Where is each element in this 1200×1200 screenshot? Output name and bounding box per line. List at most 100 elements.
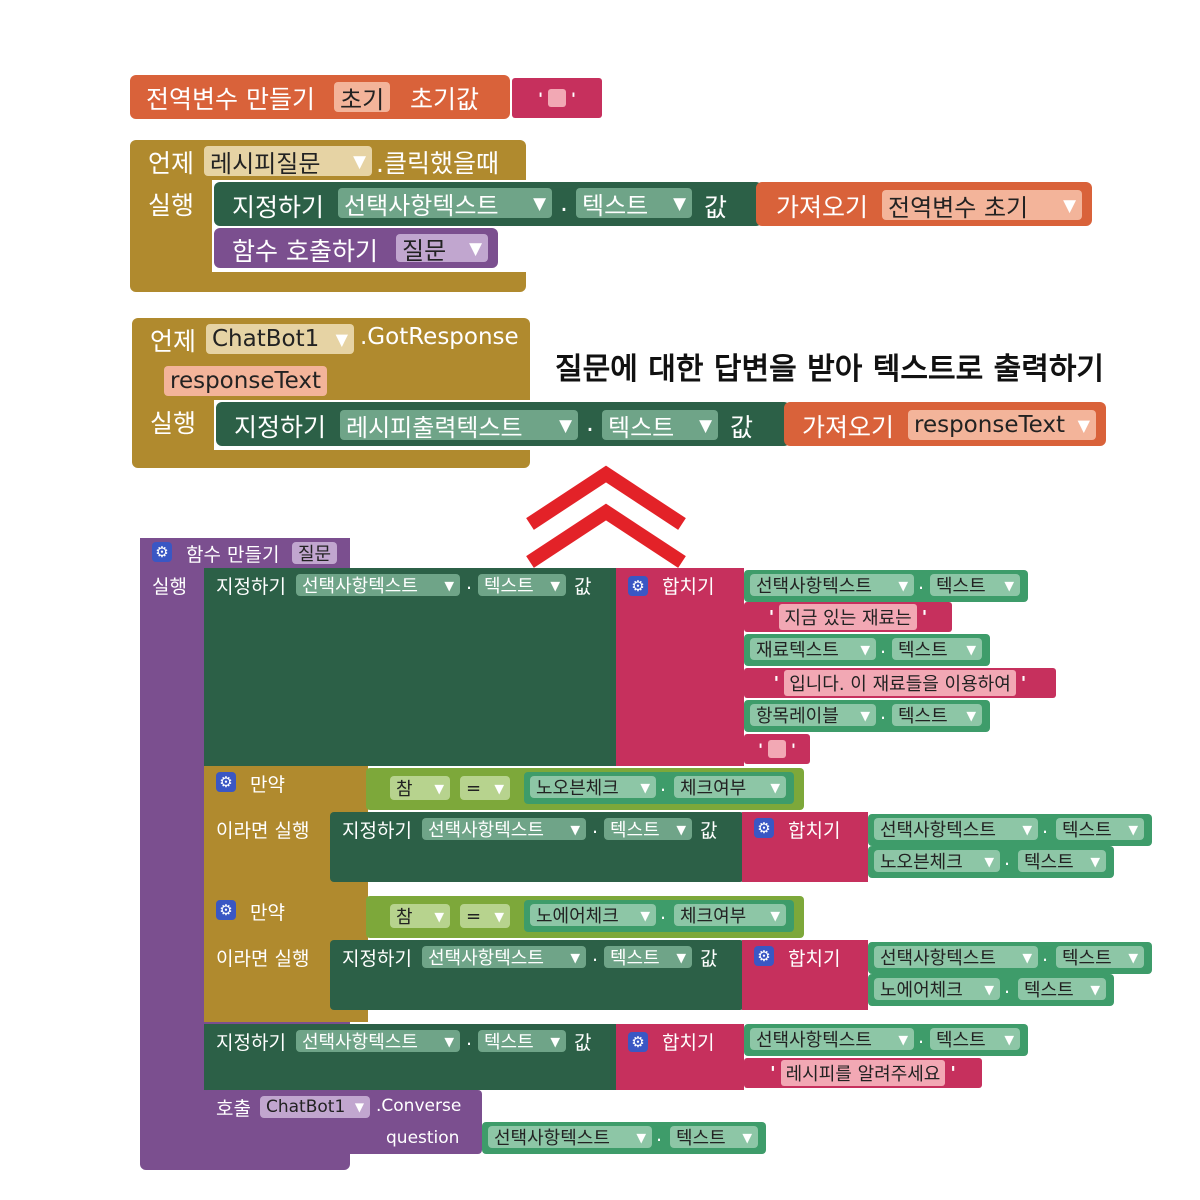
event2-get-label: 가져오기 <box>802 413 895 442</box>
if2-set-dot: . <box>592 944 599 966</box>
join1-c-dot: . <box>880 702 887 724</box>
if2-join-b-prop[interactable]: 텍스트 ▼ <box>1018 978 1106 1001</box>
event2-do-label: 실행 <box>150 409 197 438</box>
if1-join-a-comp[interactable]: 선택사항텍스트 ▼ <box>874 818 1038 841</box>
if1-getter-prop[interactable]: 체크여부 ▼ <box>674 776 786 799</box>
join1-b-prop[interactable]: 텍스트 ▼ <box>892 638 982 661</box>
event2-param[interactable]: responseText <box>164 366 327 396</box>
global-variable-name[interactable]: 초기 <box>334 82 391 114</box>
event2-component: ChatBot1 <box>212 326 320 352</box>
join1-string-2[interactable]: ' 입니다. 이 재료들을 이용하여 ' <box>744 668 1056 698</box>
join1-c-comp[interactable]: 항목레이블 ▼ <box>750 704 876 727</box>
if1-join-label: 합치기 <box>788 820 841 842</box>
quote-left-icon: ' <box>773 672 780 694</box>
proc-set3-dot: . <box>466 1028 473 1050</box>
event1-get-var-dropdown[interactable]: 전역변수 초기 ▼ <box>882 190 1082 222</box>
if1-set-prop[interactable]: 텍스트 ▼ <box>604 818 692 841</box>
event2-get-var: responseText <box>914 412 1065 438</box>
if1-set-comp[interactable]: 선택사항텍스트 ▼ <box>422 818 586 841</box>
proc-set3-comp-label: 선택사항텍스트 <box>302 1032 418 1053</box>
if2-set-label: 지정하기 <box>342 948 412 970</box>
dropdown-arrow-icon: ▼ <box>434 780 444 796</box>
if1-join-b-comp[interactable]: 노오븐체크 ▼ <box>874 850 1000 873</box>
if2-true-label: 참 <box>396 907 413 928</box>
dropdown-arrow-icon: ▼ <box>550 577 560 593</box>
join1-c-prop[interactable]: 텍스트 ▼ <box>892 704 982 727</box>
call-arg-prop[interactable]: 텍스트 ▼ <box>670 1126 758 1149</box>
join1-a-prop[interactable]: 텍스트 ▼ <box>930 574 1020 597</box>
if2-gear-icon[interactable]: ⚙ <box>216 900 236 920</box>
dropdown-arrow-icon: ▼ <box>898 577 908 593</box>
event1-set-component-dropdown[interactable]: 선택사항텍스트 ▼ <box>338 188 552 220</box>
proc-set1-component[interactable]: 선택사항텍스트 ▼ <box>296 574 460 597</box>
event1-component: 레시피질문 <box>210 149 321 178</box>
event1-set-prop-dropdown[interactable]: 텍스트 ▼ <box>576 188 692 220</box>
join1-b-comp[interactable]: 재료텍스트 ▼ <box>750 638 876 661</box>
join1-label: 합치기 <box>662 576 715 598</box>
event1-dot: . <box>560 188 568 217</box>
if2-getter-dot: . <box>660 902 667 924</box>
if2-true-dropdown[interactable]: 참 ▼ <box>390 904 450 928</box>
event1-call-proc: 질문 <box>402 236 447 265</box>
if1-join-b-comp-label: 노오븐체크 <box>880 852 963 873</box>
event1-component-dropdown[interactable]: 레시피질문 ▼ <box>204 146 372 178</box>
join1-a-comp[interactable]: 선택사항텍스트 ▼ <box>750 574 914 597</box>
if1-true-dropdown[interactable]: 참 ▼ <box>390 776 450 800</box>
empty-text-block[interactable]: ' ' <box>512 78 602 118</box>
dropdown-arrow-icon: ▼ <box>550 1033 560 1049</box>
procedure-name[interactable]: 질문 <box>292 542 338 565</box>
if2-getter-prop[interactable]: 체크여부 ▼ <box>674 904 786 927</box>
procedure-gear-icon[interactable]: ⚙ <box>152 542 172 562</box>
join1-string-1[interactable]: ' 지금 있는 재료는 ' <box>744 602 952 632</box>
if2-join-a-comp[interactable]: 선택사항텍스트 ▼ <box>874 946 1038 969</box>
if2-set-prop[interactable]: 텍스트 ▼ <box>604 946 692 969</box>
event2-get-var-dropdown[interactable]: responseText ▼ <box>908 410 1096 440</box>
call-component-dropdown[interactable]: ChatBot1 ▼ <box>260 1096 370 1118</box>
if1-join-a-comp-label: 선택사항텍스트 <box>880 820 996 841</box>
if2-set-comp-label: 선택사항텍스트 <box>428 948 544 969</box>
if2-join-label: 합치기 <box>788 948 841 970</box>
if2-join-b-prop-label: 텍스트 <box>1024 980 1074 1001</box>
dropdown-arrow-icon: ▼ <box>966 707 976 723</box>
call-arg-comp[interactable]: 선택사항텍스트 ▼ <box>488 1126 652 1149</box>
if1-set-prop-label: 텍스트 <box>610 820 660 841</box>
event1-get-label: 가져오기 <box>776 193 869 222</box>
if1-getter-comp[interactable]: 노오븐체크 ▼ <box>530 776 656 799</box>
if1-op-dropdown[interactable]: = ▼ <box>460 776 510 800</box>
proc-set3-prop[interactable]: 텍스트 ▼ <box>478 1030 566 1053</box>
join3-string-1[interactable]: ' 레시피를 알려주세요 ' <box>744 1058 982 1088</box>
join1-gear-icon[interactable]: ⚙ <box>628 576 648 596</box>
dropdown-arrow-icon: ▼ <box>1022 949 1032 965</box>
dropdown-arrow-icon: ▼ <box>636 1129 646 1145</box>
if1-join-b-prop[interactable]: 텍스트 ▼ <box>1018 850 1106 873</box>
if1-join-b-dot: . <box>1004 848 1011 870</box>
if1-join-gear-icon[interactable]: ⚙ <box>754 818 774 838</box>
event1-get-var: 전역변수 초기 <box>888 193 1029 222</box>
if2-join-b-comp[interactable]: 노에어체크 ▼ <box>874 978 1000 1001</box>
dropdown-arrow-icon: ▼ <box>673 193 686 213</box>
proc-set3-comp[interactable]: 선택사항텍스트 ▼ <box>296 1030 460 1053</box>
if2-op-dropdown[interactable]: = ▼ <box>460 904 510 928</box>
quote-left-icon: ' <box>538 88 543 108</box>
event2-set-component: 레시피출력텍스트 <box>346 413 523 442</box>
empty-text-box <box>768 740 786 758</box>
event2-set-component-dropdown[interactable]: 레시피출력텍스트 ▼ <box>340 410 578 442</box>
if2-set-comp[interactable]: 선택사항텍스트 ▼ <box>422 946 586 969</box>
event2-component-dropdown[interactable]: ChatBot1 ▼ <box>206 324 354 354</box>
event2-set-prop-dropdown[interactable]: 텍스트 ▼ <box>602 410 718 442</box>
dropdown-arrow-icon: ▼ <box>984 853 994 869</box>
event1-call-proc-dropdown[interactable]: 질문 ▼ <box>396 234 488 265</box>
if2-getter-comp[interactable]: 노에어체크 ▼ <box>530 904 656 927</box>
proc-set1-prop[interactable]: 텍스트 ▼ <box>478 574 566 597</box>
join1-empty-string[interactable]: ' ' <box>744 734 810 764</box>
if2-join-a-prop[interactable]: 텍스트 ▼ <box>1056 946 1144 969</box>
if1-gear-icon[interactable]: ⚙ <box>216 772 236 792</box>
if1-join-a-prop[interactable]: 텍스트 ▼ <box>1056 818 1144 841</box>
event1-call-label: 함수 호출하기 <box>232 237 378 266</box>
if2-join-gear-icon[interactable]: ⚙ <box>754 946 774 966</box>
join3-a-comp[interactable]: 선택사항텍스트 ▼ <box>750 1028 914 1051</box>
dropdown-arrow-icon: ▼ <box>699 415 712 435</box>
join3-gear-icon[interactable]: ⚙ <box>628 1032 648 1052</box>
join3-a-prop-label: 텍스트 <box>936 1030 986 1051</box>
join3-a-prop[interactable]: 텍스트 ▼ <box>930 1028 1020 1051</box>
